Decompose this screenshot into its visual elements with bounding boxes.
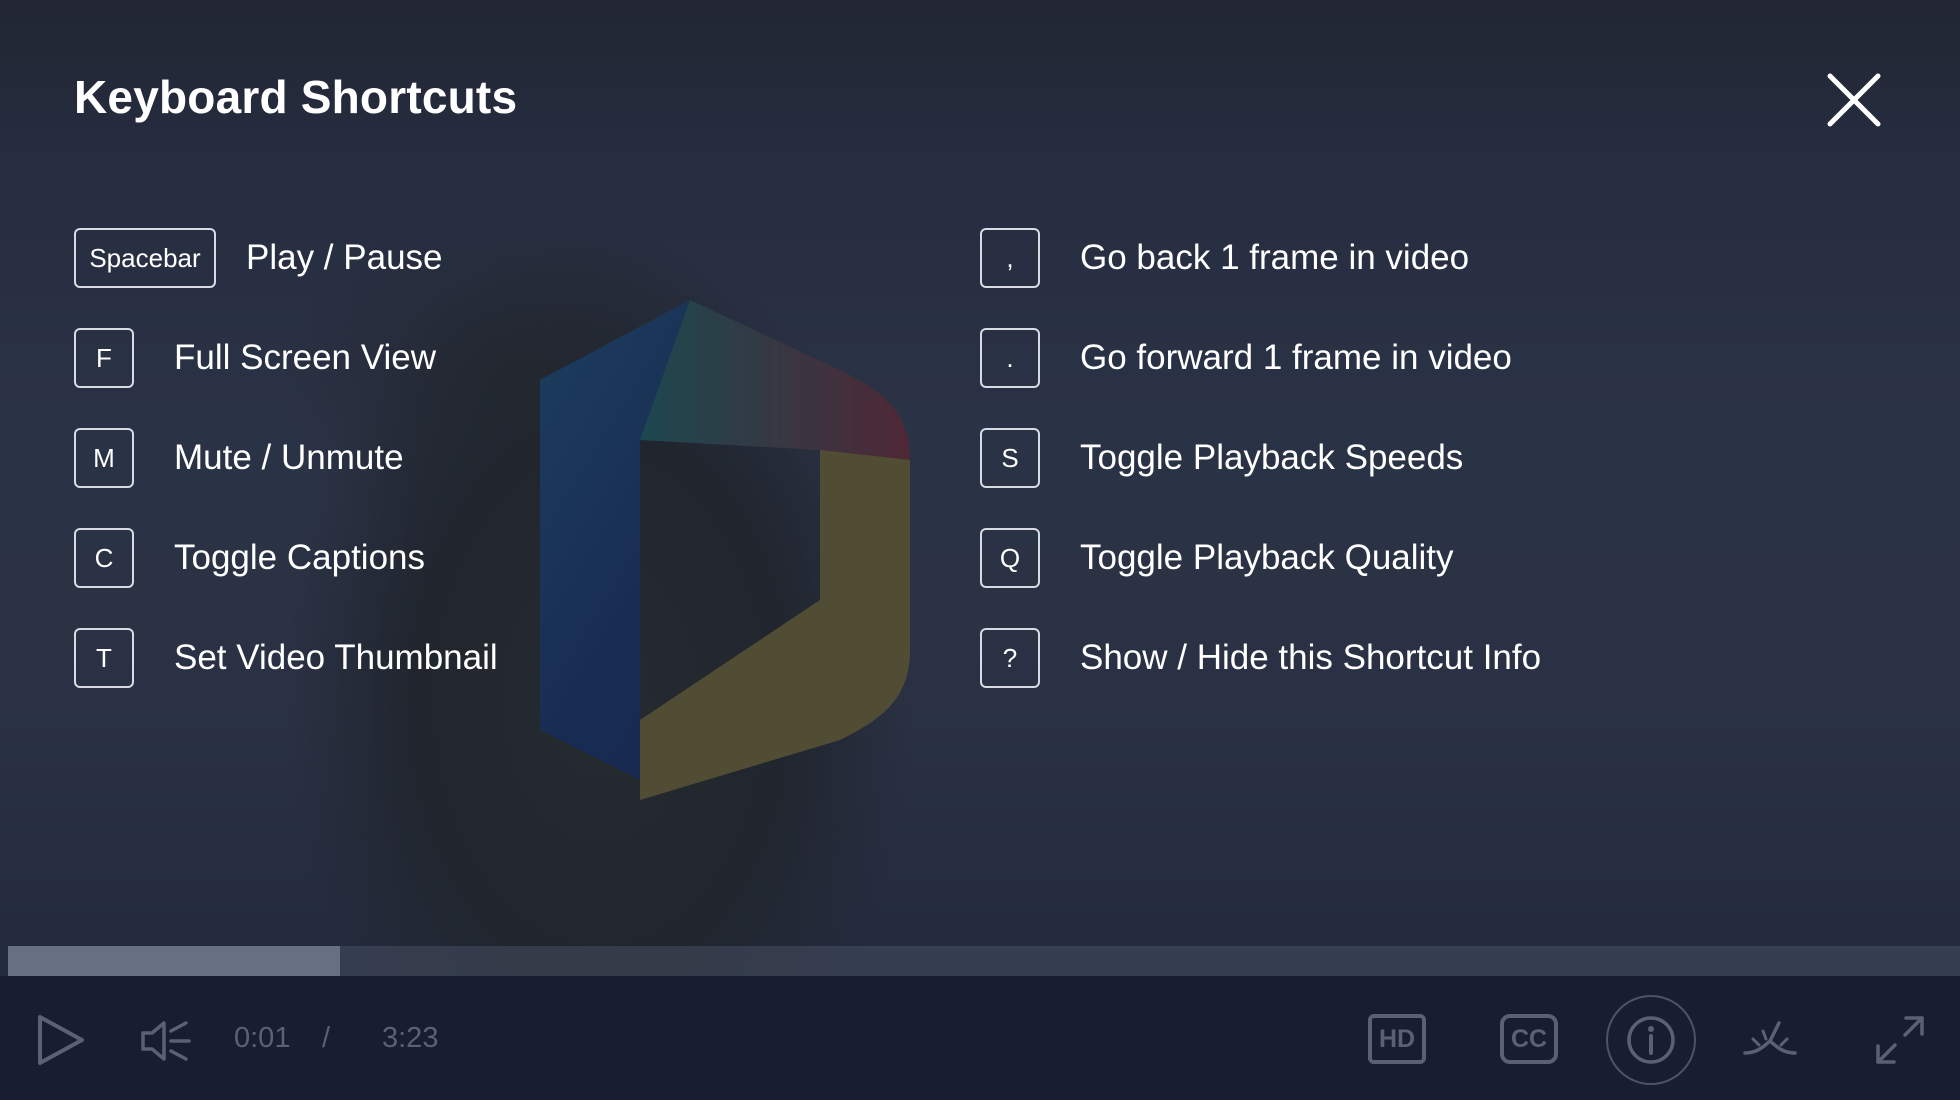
progress-fill [8, 946, 340, 976]
shortcut-row: F Full Screen View [74, 328, 436, 388]
fullscreen-button[interactable] [1872, 1012, 1928, 1068]
shortcut-row: ? Show / Hide this Shortcut Info [980, 628, 1541, 688]
hd-quality-button[interactable]: HD [1368, 1014, 1426, 1064]
shortcut-label: Mute / Unmute [174, 438, 404, 477]
shortcut-label: Go forward 1 frame in video [1080, 338, 1512, 377]
time-separator: / [322, 1022, 331, 1054]
shortcut-row: S Toggle Playback Speeds [980, 428, 1463, 488]
shortcut-row: , Go back 1 frame in video [980, 228, 1469, 288]
shortcut-label: Play / Pause [246, 238, 443, 277]
shortcut-label: Toggle Playback Quality [1080, 538, 1454, 577]
shortcut-label: Full Screen View [174, 338, 436, 377]
shortcut-row: M Mute / Unmute [74, 428, 404, 488]
shortcut-key: C [74, 528, 134, 588]
close-button[interactable] [1826, 72, 1882, 128]
shortcut-row: C Toggle Captions [74, 528, 425, 588]
cc-icon: CC [1510, 1024, 1548, 1053]
shortcut-label: Toggle Playback Speeds [1080, 438, 1464, 477]
hd-icon: HD [1378, 1024, 1416, 1053]
shortcut-key: F [74, 328, 134, 388]
shortcut-label: Show / Hide this Shortcut Info [1080, 638, 1542, 677]
current-time: 0:01 [234, 1022, 291, 1054]
info-button[interactable] [1606, 995, 1696, 1085]
fullscreen-icon [1876, 1016, 1924, 1064]
progress-bar[interactable] [8, 946, 1960, 976]
shortcut-key: Spacebar [74, 228, 216, 288]
play-icon [38, 1015, 84, 1065]
shortcut-row: T Set Video Thumbnail [74, 628, 498, 688]
shortcut-key: M [74, 428, 134, 488]
shortcut-label: Toggle Captions [174, 538, 425, 577]
volume-button[interactable] [138, 1016, 194, 1066]
play-button[interactable] [30, 1010, 90, 1070]
volume-icon [141, 1021, 191, 1061]
shortcut-key: ? [980, 628, 1040, 688]
shortcut-key: T [74, 628, 134, 688]
shortcut-key: Q [980, 528, 1040, 588]
shortcut-row: Q Toggle Playback Quality [980, 528, 1454, 588]
shortcut-key: , [980, 228, 1040, 288]
close-icon [1827, 73, 1881, 127]
duration: 3:23 [382, 1022, 439, 1054]
set-thumbnail-button[interactable] [1742, 1016, 1798, 1062]
info-icon [1627, 1016, 1675, 1064]
shortcut-key: S [980, 428, 1040, 488]
captions-button[interactable]: CC [1500, 1014, 1558, 1064]
shortcut-key: . [980, 328, 1040, 388]
shortcut-row: . Go forward 1 frame in video [980, 328, 1512, 388]
shortcut-row: Spacebar Play / Pause [74, 228, 443, 288]
shortcut-label: Set Video Thumbnail [174, 638, 498, 677]
dialog-title: Keyboard Shortcuts [74, 71, 518, 123]
shortcut-label: Go back 1 frame in video [1080, 238, 1470, 277]
set-thumbnail-icon [1743, 1021, 1797, 1055]
